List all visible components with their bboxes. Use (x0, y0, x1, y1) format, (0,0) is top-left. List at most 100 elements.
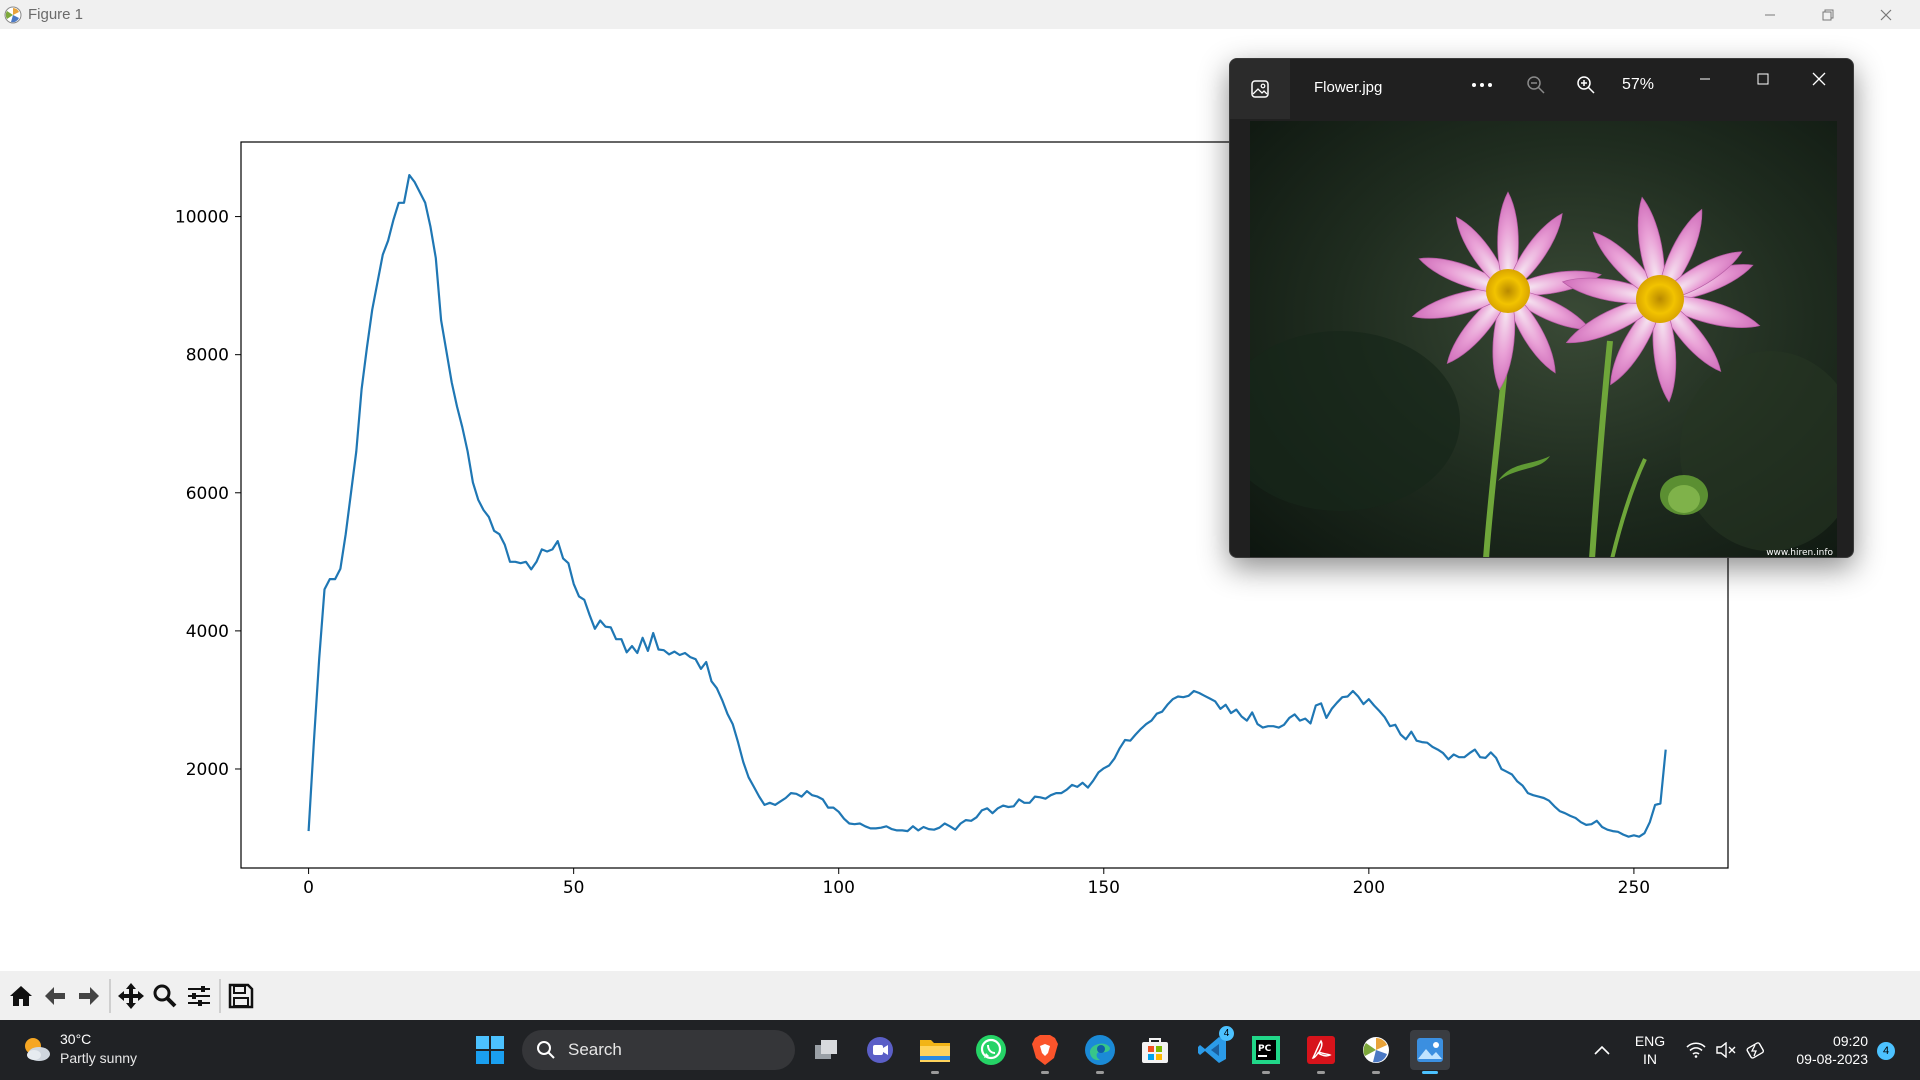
pan-button[interactable] (114, 978, 148, 1014)
close-button[interactable] (1858, 0, 1914, 29)
clock-date: 09-08-2023 (1796, 1051, 1868, 1067)
svg-text:PC: PC (1258, 1044, 1272, 1054)
more-options-icon (1472, 83, 1492, 87)
taskbar-brave[interactable] (1025, 1030, 1065, 1074)
photos-minimize-button[interactable] (1682, 59, 1728, 99)
weather-text: 30°C Partly sunny (60, 1030, 137, 1068)
notification-center-badge[interactable]: 4 (1877, 1042, 1895, 1060)
battery-charging-icon (1746, 1042, 1765, 1059)
photo-watermark: www.hiren.info (1766, 548, 1833, 558)
gallery-icon (1251, 80, 1269, 98)
taskbar-vscode[interactable]: 4 (1192, 1026, 1234, 1070)
teams-chat-icon (867, 1037, 893, 1063)
photos-icon (1417, 1038, 1443, 1062)
x-tick-label: 50 (563, 878, 585, 898)
taskbar-microsoft-store[interactable] (1135, 1030, 1175, 1070)
show-hidden-icons-button[interactable] (1582, 1030, 1622, 1070)
taskbar-teams-chat[interactable] (860, 1030, 900, 1070)
home-icon (10, 985, 32, 1006)
running-indicator (1262, 1071, 1270, 1074)
zoom-button[interactable] (148, 978, 182, 1014)
taskbar-whatsapp[interactable] (971, 1030, 1011, 1070)
clock-time: 09:20 (1832, 1033, 1868, 1049)
matplotlib-icon (1363, 1037, 1389, 1063)
file-explorer-icon (920, 1040, 950, 1062)
language-label: ENG (1634, 1033, 1666, 1049)
zoom-in-icon (1577, 76, 1595, 94)
running-indicator (931, 1071, 939, 1074)
photos-maximize-button[interactable] (1740, 59, 1786, 99)
running-indicator (1372, 1071, 1380, 1074)
x-tick-label: 100 (822, 878, 854, 898)
zoom-level-button[interactable]: 57% (1612, 67, 1664, 103)
microsoft-store-icon (1142, 1038, 1168, 1063)
zoom-level: 57% (1621, 76, 1655, 93)
flower-photo: www.hiren.info (1250, 121, 1837, 558)
toolbar-separator (219, 978, 221, 1013)
weather-description: Partly sunny (60, 1050, 138, 1066)
clock[interactable]: 09:20 09-08-2023 (1778, 1032, 1874, 1068)
taskbar-pycharm[interactable]: PC (1246, 1030, 1286, 1074)
toolbar-separator (109, 978, 111, 1013)
configure-subplots-icon (188, 985, 210, 1006)
photos-filename: Flower.jpg (1314, 79, 1383, 96)
brave-icon (1032, 1035, 1058, 1065)
save-icon (228, 983, 254, 1008)
search-icon (537, 1041, 555, 1059)
y-tick-label: 10000 (175, 208, 229, 228)
photos-viewer-window[interactable]: Flower.jpg 57% www.hiren.info (1229, 58, 1854, 558)
forward-icon (79, 986, 99, 1005)
taskbar-edge[interactable] (1080, 1030, 1120, 1074)
back-icon (45, 986, 65, 1005)
wifi-icon (1686, 1042, 1706, 1058)
pycharm-icon: PC (1252, 1036, 1280, 1064)
zoom-out-button[interactable] (1516, 67, 1556, 103)
minimize-icon (1700, 78, 1710, 80)
active-indicator (1422, 1071, 1438, 1074)
y-tick-label: 8000 (186, 346, 229, 366)
y-tick-label: 4000 (186, 622, 229, 642)
restore-icon (1822, 9, 1834, 20)
battery-status[interactable] (1738, 1030, 1774, 1070)
restore-button[interactable] (1800, 0, 1856, 29)
close-icon (1880, 9, 1892, 20)
back-button[interactable] (38, 978, 72, 1014)
taskbar-matplotlib[interactable] (1356, 1030, 1396, 1074)
maximize-icon (1757, 73, 1769, 85)
save-button[interactable] (224, 978, 258, 1014)
taskbar-photos[interactable] (1410, 1030, 1450, 1074)
volume-muted-icon (1716, 1042, 1736, 1058)
photos-close-button[interactable] (1796, 59, 1842, 99)
whatsapp-icon (976, 1035, 1006, 1065)
running-indicator (1317, 1071, 1325, 1074)
home-button[interactable] (4, 978, 38, 1014)
weather-widget[interactable]: 30°C Partly sunny (20, 1030, 137, 1068)
forward-button[interactable] (72, 978, 106, 1014)
close-icon (1812, 72, 1826, 86)
minimize-button[interactable] (1742, 0, 1798, 29)
taskbar-task-view[interactable] (806, 1030, 846, 1070)
taskbar-file-explorer[interactable] (915, 1030, 955, 1074)
region-label: IN (1643, 1051, 1657, 1067)
taskbar-acrobat[interactable] (1301, 1030, 1341, 1074)
zoom-in-button[interactable] (1566, 67, 1606, 103)
x-tick-label: 150 (1088, 878, 1120, 898)
edge-icon (1085, 1035, 1115, 1065)
start-button[interactable] (470, 1030, 510, 1070)
running-indicator (1041, 1071, 1049, 1074)
y-tick-label: 6000 (186, 484, 229, 504)
x-tick-label: 0 (303, 878, 314, 898)
navigation-toolbar (0, 971, 1920, 1020)
x-tick-label: 250 (1618, 878, 1650, 898)
taskbar-search[interactable]: Search (522, 1030, 795, 1070)
x-tick-label: 200 (1353, 878, 1385, 898)
minimize-icon (1765, 14, 1775, 15)
photos-gallery-button[interactable] (1230, 59, 1290, 119)
configure-subplots-button[interactable] (182, 978, 216, 1014)
input-language-button[interactable]: ENG IN (1630, 1032, 1670, 1068)
more-options-button[interactable] (1462, 67, 1502, 103)
weather-temperature: 30°C (60, 1031, 92, 1047)
notification-badge: 4 (1219, 1026, 1234, 1041)
windows-start-icon (476, 1036, 504, 1064)
zoom-out-icon (1527, 76, 1545, 94)
